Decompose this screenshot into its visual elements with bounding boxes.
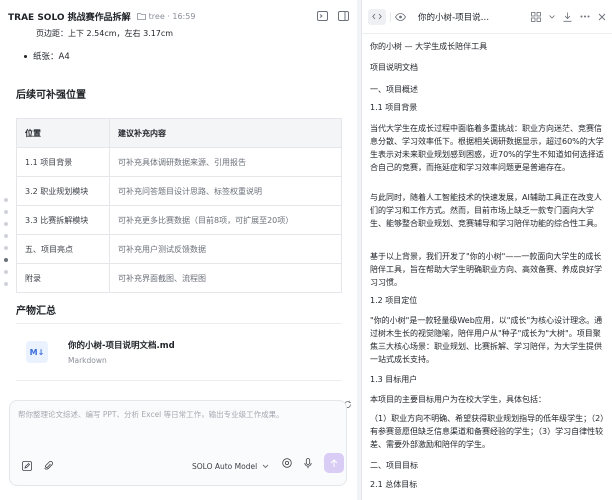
preview-doc-title: 你的小树-项目说… (418, 12, 490, 23)
table-header-cell: 位置 (16, 118, 110, 148)
margin-spec-line: 页边距：上下 2.54cm，左右 3.17cm (36, 29, 174, 38)
doc-paragraph: 本项目的主要目标用户为在校大学生，具体包括： (370, 395, 546, 404)
deliverables-title: 产物汇总 (16, 306, 56, 317)
download-icon[interactable] (563, 12, 572, 22)
table-cell: 五、项目亮点 (16, 234, 110, 264)
table-cell: 3.2 职业规划模块 (16, 176, 110, 206)
more-options-icon[interactable] (580, 15, 590, 18)
table-cell: 可补充问答题目设计思路、标签权重说明 (109, 176, 342, 206)
scroll-dot[interactable] (4, 234, 8, 238)
table-row: 附录 可补充界面截图、流程图 (16, 263, 342, 293)
table-header-row: 位置 建议补充内容 (16, 118, 342, 148)
chevron-down-icon[interactable] (549, 14, 555, 19)
bullet-dot (24, 54, 27, 58)
model-label: SOLO Auto Model (192, 462, 258, 471)
chat-panel: TRAE SOLO 挑战赛作品拆解 tree · 16:59 页边距：上下 2.… (0, 0, 357, 500)
improvement-table: 位置 建议补充内容 1.1 项目背景 可补充具体调研数据来源、引用报告 3.2 … (16, 118, 342, 293)
table-row: 3.3 比赛拆解模块 可补充更多比赛数据（目前8项，可扩展至20项） (16, 205, 342, 235)
toolbar-divider (390, 11, 391, 22)
markdown-file-icon: M↓ (26, 341, 48, 363)
table-cell: 可补充用户测试反馈数据 (109, 234, 342, 264)
scroll-dot[interactable] (4, 198, 8, 202)
table-cell: 3.3 比赛拆解模块 (16, 205, 110, 235)
document-preview-panel: 你的小树-项目说… 你的小树 — 大学生成长陪伴工具 项目说明文档 一、项目概述… (361, 0, 612, 500)
scroll-dot[interactable] (4, 222, 8, 226)
file-name: 你的小树-项目说明文档.md (68, 341, 175, 351)
edit-icon[interactable] (22, 460, 32, 471)
paper-size-text: 纸张：A4 (33, 52, 70, 62)
table-row: 五、项目亮点 可补充用户测试反馈数据 (16, 234, 342, 264)
send-button[interactable] (324, 453, 344, 473)
doc-paragraph: 基于以上背景，我们开发了"你的小树"——一款面向大学生的成长陪伴工具，旨在帮助大… (370, 252, 602, 287)
scroll-indicator[interactable] (4, 198, 8, 286)
doc-heading: 二、项目目标 (370, 461, 418, 470)
chat-content: 页边距：上下 2.54cm，左右 3.17cm 纸张：A4 后续可补强位置 位置… (16, 28, 351, 409)
preview-eye-icon[interactable] (395, 12, 406, 21)
microphone-icon[interactable] (304, 457, 312, 469)
doc-subheading: 2.1 总体目标 (370, 480, 418, 489)
doc-subtitle: 项目说明文档 (370, 63, 418, 72)
folder-icon (136, 12, 146, 20)
task-title: TRAE SOLO 挑战赛作品拆解 (8, 12, 131, 23)
table-cell: 可补充界面截图、流程图 (109, 263, 342, 293)
scroll-dot[interactable] (4, 282, 8, 286)
doc-subheading: 1.3 目标用户 (370, 375, 418, 384)
file-type: Markdown (68, 356, 107, 365)
scroll-dot[interactable] (4, 246, 8, 250)
folder-label: tree · 16:59 (148, 11, 196, 21)
model-selector[interactable]: SOLO Auto Model (192, 462, 269, 471)
improvement-section-title: 后续可补强位置 (16, 90, 86, 101)
terminal-icon[interactable] (317, 11, 328, 21)
chat-input[interactable] (18, 409, 338, 445)
doc-paragraph: "你的小树"是一款轻量级Web应用，以"成长"为核心设计理念。通过树木生长的视觉… (370, 316, 603, 364)
table-cell: 可补充更多比赛数据（目前8项，可扩展至20项） (109, 205, 342, 235)
scroll-dot-active[interactable] (4, 258, 8, 262)
table-cell: 可补充具体调研数据来源、引用报告 (109, 147, 342, 177)
doc-paragraph: 与此同时，随着人工智能技术的快速发展，AI辅助工具正在改变人们的学习和工作方式。… (370, 193, 602, 228)
code-view-icon[interactable] (368, 8, 386, 25)
task-folder[interactable]: tree · 16:59 (136, 11, 196, 21)
preview-toolbar: 你的小树-项目说… (362, 0, 612, 34)
scroll-dot[interactable] (4, 210, 8, 214)
table-cell: 1.1 项目背景 (16, 147, 110, 177)
doc-paragraph: 当代大学生在成长过程中面临着多重挑战：职业方向迷茫、竞赛信息分散、学习效率低下。… (370, 124, 604, 172)
mention-icon[interactable] (282, 458, 292, 468)
doc-subheading: 1.2 项目定位 (370, 296, 418, 305)
doc-subheading: 1.1 项目背景 (370, 103, 418, 112)
table-cell: 附录 (16, 263, 110, 293)
doc-heading: 一、项目概述 (370, 85, 418, 94)
paper-size-bullet: 纸张：A4 (16, 50, 344, 62)
chevron-down-icon (262, 464, 269, 469)
table-header-cell: 建议补充内容 (109, 118, 342, 148)
file-card[interactable]: M↓ 你的小树-项目说明文档.md Markdown (16, 323, 342, 381)
split-panel-icon[interactable] (338, 11, 349, 21)
table-row: 3.2 职业规划模块 可补充问答题目设计思路、标签权重说明 (16, 176, 342, 206)
doc-paragraph: （1）职业方向不明确、希望获得职业规划指导的低年级学生；（2）有参赛意愿但缺乏信… (370, 414, 605, 449)
arrow-up-icon (330, 458, 338, 467)
close-icon[interactable] (598, 13, 606, 21)
chat-input-box: SOLO Auto Model (9, 400, 347, 486)
attach-icon[interactable] (44, 460, 53, 471)
table-row: 1.1 项目背景 可补充具体调研数据来源、引用报告 (16, 147, 342, 177)
layout-grid-icon[interactable] (531, 11, 541, 22)
scroll-dot[interactable] (4, 270, 8, 274)
doc-title-line: 你的小树 — 大学生成长陪伴工具 (370, 42, 488, 51)
